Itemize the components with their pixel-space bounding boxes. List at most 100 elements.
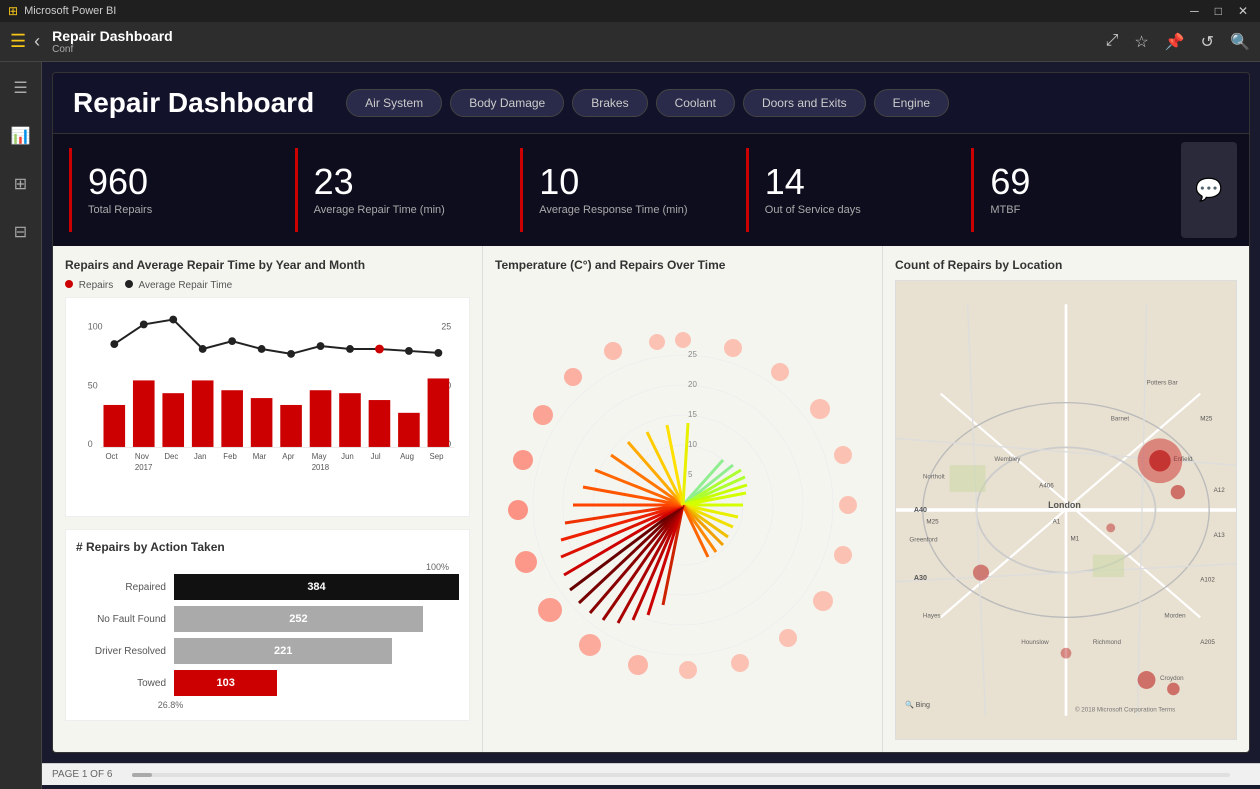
maximize-btn[interactable]: □ bbox=[1211, 4, 1226, 18]
svg-text:Oct: Oct bbox=[105, 452, 118, 461]
status-bar: PAGE 1 OF 6 bbox=[42, 763, 1260, 785]
pin-icon[interactable]: 📌 bbox=[1165, 32, 1185, 52]
svg-text:5: 5 bbox=[688, 470, 693, 479]
map-chart-title: Count of Repairs by Location bbox=[895, 258, 1237, 272]
map-container[interactable]: London Northolt Hayes Hounslow Richmond … bbox=[895, 280, 1237, 740]
expand-icon[interactable]: ⤢ bbox=[1106, 32, 1119, 52]
bar-5 bbox=[251, 398, 273, 447]
kpi-label-oos: Out of Service days bbox=[765, 204, 936, 216]
bookmark-icon[interactable]: ☆ bbox=[1134, 32, 1148, 52]
svg-text:Hounslow: Hounslow bbox=[1021, 639, 1049, 646]
chat-icon-button[interactable]: 💬 bbox=[1181, 142, 1237, 238]
bar-4 bbox=[221, 390, 243, 447]
legend-repairs: Repairs bbox=[65, 280, 113, 291]
tab-air-system[interactable]: Air System bbox=[346, 89, 442, 117]
scroll-thumb[interactable] bbox=[132, 773, 152, 777]
kpi-value-repairs: 960 bbox=[88, 164, 259, 200]
bar-9 bbox=[369, 400, 391, 447]
svg-text:Jan: Jan bbox=[194, 452, 207, 461]
radial-bars-bottom bbox=[561, 423, 688, 623]
bar-chart-title: Repairs and Average Repair Time by Year … bbox=[65, 258, 470, 272]
sidebar-icon-menu[interactable]: ☰ bbox=[7, 72, 33, 104]
kpi-total-repairs: 960 Total Repairs bbox=[69, 148, 279, 232]
action-chart-min: 26.8% bbox=[158, 700, 184, 710]
dot-11 bbox=[434, 349, 442, 357]
action-bar-no-fault: 252 bbox=[174, 606, 423, 632]
svg-text:2017: 2017 bbox=[135, 463, 152, 472]
bar-6 bbox=[280, 405, 302, 447]
svg-text:Croydon: Croydon bbox=[1160, 675, 1184, 682]
hamburger-icon[interactable]: ☰ bbox=[10, 31, 26, 52]
line-chart bbox=[114, 320, 438, 354]
dot-6 bbox=[287, 350, 295, 358]
app-icon: ⊞ bbox=[8, 4, 18, 18]
radial-chart-title: Temperature (C°) and Repairs Over Time bbox=[495, 258, 870, 272]
dashboard-title: Repair Dashboard bbox=[73, 87, 314, 119]
kpi-out-of-service: 14 Out of Service days bbox=[746, 148, 956, 232]
svg-text:Greenford: Greenford bbox=[909, 536, 938, 543]
kpi-label-mtbf: MTBF bbox=[990, 204, 1161, 216]
svg-text:Barnet: Barnet bbox=[1111, 416, 1130, 423]
toolbar-title-block: Repair Dashboard Conf bbox=[52, 28, 1105, 55]
map-dot-central bbox=[1106, 523, 1115, 532]
radial-bars-right bbox=[683, 460, 747, 557]
action-chart-min-wrapper: 26.8% bbox=[76, 700, 459, 710]
svg-text:Feb: Feb bbox=[223, 452, 237, 461]
legend-dot-repairs bbox=[65, 280, 73, 288]
chat-icon: 💬 bbox=[1195, 177, 1222, 203]
kpi-label-avg-repair: Average Repair Time (min) bbox=[314, 204, 485, 216]
tab-doors-exits[interactable]: Doors and Exits bbox=[743, 89, 866, 117]
sidebar-icon-bar-chart[interactable]: 📊 bbox=[5, 120, 37, 152]
left-panel: Repairs and Average Repair Time by Year … bbox=[53, 246, 483, 752]
sidebar-icon-grid[interactable]: ⊞ bbox=[8, 168, 33, 200]
action-label-driver: Driver Resolved bbox=[76, 646, 166, 657]
action-label-towed: Towed bbox=[76, 678, 166, 689]
svg-text:London: London bbox=[1048, 500, 1081, 510]
svg-text:A13: A13 bbox=[1214, 532, 1226, 539]
svg-text:© 2018 Microsoft Corporation T: © 2018 Microsoft Corporation Terms bbox=[1075, 706, 1175, 713]
map-dot-croydon1 bbox=[1138, 671, 1156, 689]
svg-text:Wembley: Wembley bbox=[994, 456, 1021, 463]
refresh-icon[interactable]: ↺ bbox=[1201, 32, 1214, 52]
svg-text:0: 0 bbox=[88, 439, 93, 449]
bar-chart-container: Repairs and Average Repair Time by Year … bbox=[65, 258, 470, 517]
scroll-track[interactable] bbox=[132, 773, 1230, 777]
tab-coolant[interactable]: Coolant bbox=[656, 89, 735, 117]
bar-8 bbox=[339, 393, 361, 447]
main-content: Repair Dashboard Air System Body Damage … bbox=[42, 62, 1260, 789]
action-row-no-fault: No Fault Found 252 bbox=[76, 606, 459, 632]
svg-text:Jul: Jul bbox=[371, 452, 381, 461]
svg-text:A1: A1 bbox=[1053, 518, 1061, 525]
window-controls[interactable]: ─ □ ✕ bbox=[1186, 4, 1252, 18]
bar-11 bbox=[428, 378, 450, 447]
back-button[interactable]: ‹ bbox=[34, 31, 40, 52]
svg-text:Aug: Aug bbox=[400, 452, 414, 461]
radial-chart-wrapper: /* rendered via inline SVG below */ 25 2… bbox=[495, 280, 870, 730]
tab-body-damage[interactable]: Body Damage bbox=[450, 89, 564, 117]
svg-text:M25: M25 bbox=[926, 518, 939, 525]
tab-engine[interactable]: Engine bbox=[874, 89, 949, 117]
svg-text:2018: 2018 bbox=[312, 463, 330, 472]
sidebar-icon-layers[interactable]: ⊟ bbox=[8, 216, 33, 248]
svg-text:Northolt: Northolt bbox=[923, 474, 945, 481]
tab-brakes[interactable]: Brakes bbox=[572, 89, 647, 117]
toolbar: ☰ ‹ Repair Dashboard Conf ⤢ ☆ 📌 ↺ 🔍 bbox=[0, 22, 1260, 62]
dot-3 bbox=[199, 345, 207, 353]
sidebar: ☰ 📊 ⊞ ⊟ bbox=[0, 62, 42, 789]
minimize-btn[interactable]: ─ bbox=[1186, 4, 1203, 18]
middle-panel: Temperature (C°) and Repairs Over Time /… bbox=[483, 246, 883, 752]
bar-chart-area: 100 50 0 25 20 20 bbox=[65, 297, 470, 517]
dot-8 bbox=[346, 345, 354, 353]
kpi-value-oos: 14 bbox=[765, 164, 936, 200]
svg-text:25: 25 bbox=[441, 321, 451, 331]
bar-chart-svg: 100 50 0 25 20 20 bbox=[76, 308, 459, 498]
svg-text:Richmond: Richmond bbox=[1093, 639, 1122, 646]
svg-text:15: 15 bbox=[688, 410, 697, 419]
dot-0 bbox=[110, 340, 118, 348]
svg-text:A40: A40 bbox=[914, 506, 927, 514]
svg-text:Dec: Dec bbox=[164, 452, 178, 461]
search-icon[interactable]: 🔍 bbox=[1230, 32, 1250, 52]
charts-area: Repairs and Average Repair Time by Year … bbox=[53, 246, 1249, 752]
kpi-value-mtbf: 69 bbox=[990, 164, 1161, 200]
close-btn[interactable]: ✕ bbox=[1234, 4, 1252, 18]
